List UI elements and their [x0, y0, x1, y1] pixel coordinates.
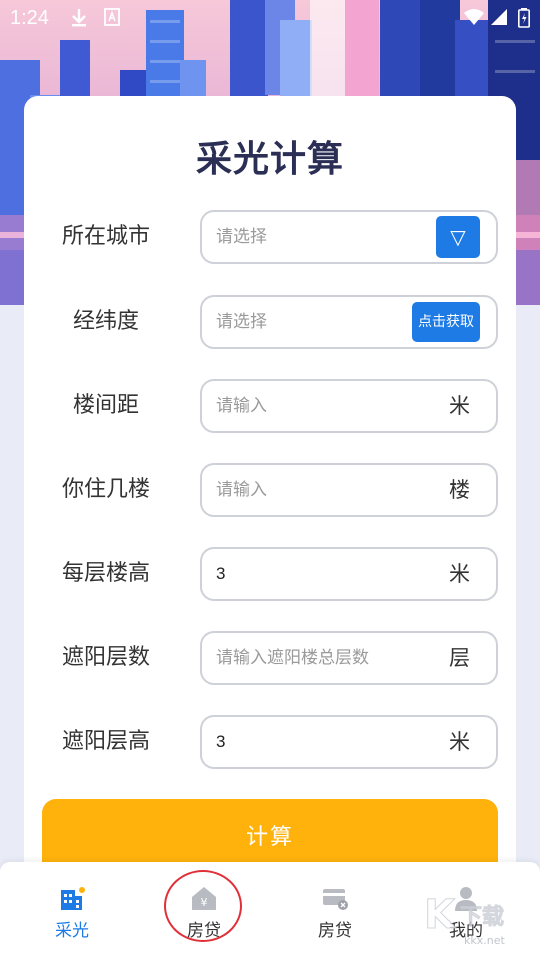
shade-floor-height-label: 遮阳层高: [61, 729, 150, 754]
nav-item-daylight[interactable]: 采光: [22, 862, 122, 960]
building-sun-icon: [58, 884, 86, 912]
nav-label-daylight: 采光: [55, 921, 89, 941]
shade-floors-label: 遮阳层数: [61, 645, 150, 670]
wifi-icon: [464, 8, 484, 31]
form-row-building-distance: 楼间距 请输入 米: [0, 379, 540, 433]
city-label: 所在城市: [61, 224, 150, 249]
floor-height-label: 每层楼高: [61, 561, 150, 586]
status-bar: 1:24: [0, 0, 540, 36]
your-floor-placeholder: 请输入: [216, 480, 267, 500]
floor-height-input[interactable]: 3 米: [200, 547, 498, 601]
nav-label-mortgage-calculator: 房贷: [318, 921, 352, 941]
floor-height-unit: 米: [449, 562, 470, 586]
building-distance-placeholder: 请输入: [216, 396, 267, 416]
kkx-watermark: K 下载 kkx.net: [420, 882, 538, 952]
form-row-city: 所在城市 请选择 ▽: [0, 210, 540, 264]
shade-floor-height-input[interactable]: 3 米: [200, 715, 498, 769]
building-distance-input[interactable]: 请输入 米: [200, 379, 498, 433]
get-location-button[interactable]: 点击获取: [412, 302, 480, 342]
shade-floors-unit: 层: [449, 646, 470, 670]
your-floor-unit: 楼: [449, 478, 470, 502]
shade-floors-input[interactable]: 请输入遮阳楼总层数 层: [200, 631, 498, 685]
svg-text:下载: 下载: [460, 904, 504, 930]
signal-icon: [490, 8, 508, 31]
coordinates-select[interactable]: 请选择 点击获取: [200, 295, 498, 349]
coordinates-label: 经纬度: [72, 309, 139, 334]
page-title: 采光计算: [195, 139, 344, 180]
nav-item-mortgage-calculator[interactable]: 房贷: [285, 862, 385, 960]
shade-floor-height-value: 3: [216, 732, 226, 751]
watermark-text: kkx.net: [464, 934, 505, 947]
form-row-floor-height: 每层楼高 3 米: [0, 547, 540, 601]
app-notification-icon: [104, 8, 120, 31]
your-floor-label: 你住几楼: [61, 477, 150, 502]
annotation-circle: [164, 870, 242, 942]
form-row-your-floor: 你住几楼 请输入 楼: [0, 463, 540, 517]
shade-floor-height-unit: 米: [449, 730, 470, 754]
your-floor-input[interactable]: 请输入 楼: [200, 463, 498, 517]
city-dropdown-button[interactable]: ▽: [436, 216, 480, 258]
form-row-shade-floor-height: 遮阳层高 3 米: [0, 715, 540, 769]
download-icon: [70, 8, 88, 33]
shade-floors-placeholder: 请输入遮阳楼总层数: [216, 648, 369, 668]
triangle-down-icon: ▽: [450, 225, 466, 249]
coordinates-placeholder: 请选择: [216, 312, 267, 332]
building-distance-unit: 米: [449, 394, 470, 418]
floor-height-value: 3: [216, 564, 226, 583]
svg-text:K: K: [424, 892, 457, 938]
status-time: 1:24: [10, 7, 49, 29]
form-row-coordinates: 经纬度 请选择 点击获取: [0, 295, 540, 349]
city-placeholder: 请选择: [216, 227, 267, 247]
building-distance-label: 楼间距: [72, 393, 139, 418]
form-row-shade-floors: 遮阳层数 请输入遮阳楼总层数 层: [0, 631, 540, 685]
card-calculator-icon: [321, 884, 349, 912]
battery-icon: [518, 8, 530, 33]
city-select[interactable]: 请选择 ▽: [200, 210, 498, 264]
